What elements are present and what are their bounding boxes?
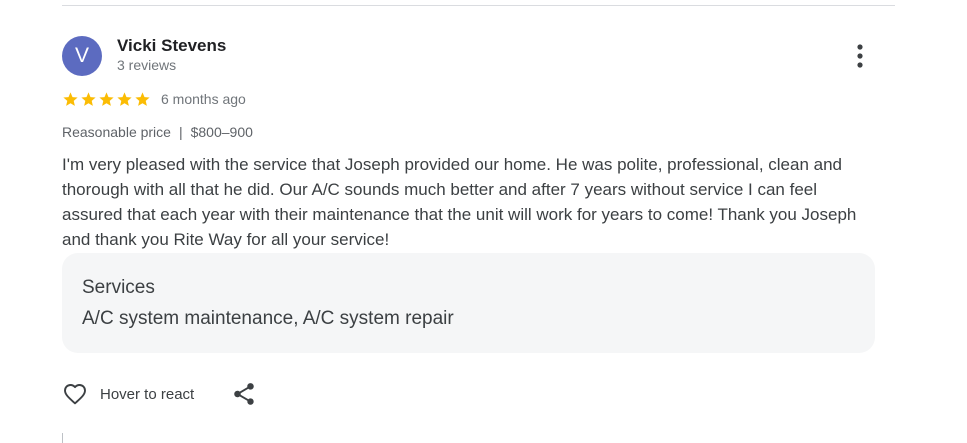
- avatar[interactable]: V: [62, 36, 102, 76]
- services-list: A/C system maintenance, A/C system repai…: [82, 308, 454, 329]
- more-vertical-icon: [857, 44, 863, 68]
- price-value: $800–900: [190, 124, 253, 140]
- star-filled-icon: [117, 91, 132, 106]
- star-filled-icon: [81, 91, 96, 106]
- reviewer-name[interactable]: Vicki Stevens: [117, 36, 226, 56]
- top-divider: [62, 5, 895, 6]
- price-label: Reasonable price: [62, 124, 171, 140]
- react-label: Hover to react: [100, 385, 195, 403]
- more-options-button[interactable]: [846, 40, 874, 72]
- star-filled-icon: [63, 91, 78, 106]
- rating-row: 6 months ago: [62, 89, 246, 109]
- services-heading: Services: [82, 277, 155, 298]
- review-text: I'm very pleased with the service that J…: [62, 155, 857, 249]
- share-icon: [234, 383, 254, 405]
- services-box: Services A/C system maintenance, A/C sys…: [62, 253, 875, 353]
- review-card: V Vicki Stevens 3 reviews 6 months ago R…: [0, 0, 967, 443]
- star-rating: [62, 91, 151, 108]
- react-button[interactable]: Hover to react: [62, 380, 194, 408]
- share-button[interactable]: [231, 381, 257, 407]
- bottom-divider: [62, 433, 63, 443]
- price-separator: |: [178, 124, 183, 140]
- star-filled-icon: [135, 91, 150, 106]
- review-time: 6 months ago: [161, 91, 246, 107]
- star-filled-icon: [99, 91, 114, 106]
- heart-outline-icon: [64, 384, 86, 405]
- price-row: Reasonable price | $800–900: [62, 124, 253, 140]
- reviewer-review-count: 3 reviews: [117, 57, 177, 73]
